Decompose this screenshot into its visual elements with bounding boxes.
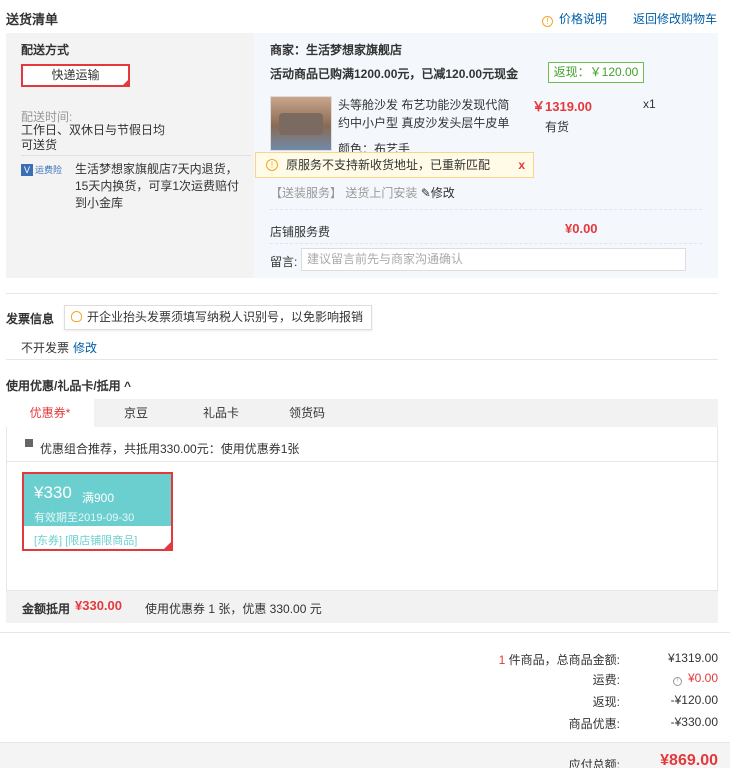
- service-tip: ! 原服务不支持新收货地址，已重新匹配 x: [255, 152, 534, 178]
- divider: [270, 209, 702, 210]
- invoice-tip-text: 开企业抬头发票须填写纳税人识别号，以免影响报销: [87, 310, 364, 324]
- info-icon[interactable]: !: [672, 677, 682, 686]
- divider: [21, 155, 251, 156]
- lightbulb-icon: [71, 311, 82, 322]
- divider: [6, 359, 718, 360]
- service-fee-value: ¥0.00: [565, 221, 598, 236]
- sofa-icon: [279, 113, 323, 135]
- install-service: 【送装服务】 送货上门安装 ✎修改: [270, 184, 455, 201]
- divider: [6, 293, 718, 294]
- rebate-value: -¥120.00: [670, 693, 718, 707]
- service-tip-text: 原服务不支持新收货地址，已重新匹配: [286, 158, 491, 172]
- shipping-fee-value: ¥0.00: [687, 671, 718, 685]
- divider: [0, 632, 730, 633]
- coupon-card[interactable]: ¥330 满900 有效期至2019-09-30 [东券] [限店铺限商品]: [22, 472, 173, 551]
- section-title: 送货清单: [6, 12, 59, 27]
- warning-icon: !: [266, 159, 278, 171]
- price-explain-label: 价格说明: [559, 12, 608, 26]
- shipping-time-line-2: 可送货: [21, 138, 58, 152]
- invoice-tip: 开企业抬头发票须填写纳税人识别号，以免影响报销: [64, 305, 373, 330]
- close-icon[interactable]: x: [518, 153, 525, 177]
- divider: [270, 243, 702, 244]
- shipping-note: 生活梦想家旗舰店7天内退货，15天内换货，可享1次运费赔付到小金库: [75, 162, 240, 210]
- shipping-time-line-1: 工作日、双休日与节假日均: [21, 123, 166, 137]
- back-to-cart-link[interactable]: 返回修改购物车: [633, 10, 717, 27]
- product-image[interactable]: [270, 96, 332, 151]
- coupon-condition: 满900: [82, 491, 115, 505]
- coupon-tags: [东券] [限店铺限商品]: [34, 535, 138, 547]
- selected-corner-icon: [162, 540, 173, 551]
- invoice-title: 发票信息: [6, 312, 55, 326]
- invoice-value: 不开发票: [21, 341, 70, 355]
- service-fee-label: 店铺服务费: [270, 225, 331, 239]
- tab-gift-card[interactable]: 礼品卡: [178, 399, 264, 427]
- coupon-card-header: ¥330 满900 有效期至2019-09-30: [24, 474, 171, 526]
- discount-value: -¥330.00: [670, 715, 718, 729]
- payable-total: ¥869.00: [660, 752, 718, 768]
- install-edit-link[interactable]: 修改: [431, 186, 455, 200]
- payable-label: 应付总额:: [568, 758, 620, 768]
- install-service-text: 【送装服务】 送货上门安装: [270, 186, 418, 200]
- insurance-badge-label: 运费险: [35, 165, 63, 175]
- promo-text: 活动商品已购满1200.00元，已减120.00元现金: [270, 67, 519, 81]
- merchant-name: 商家：生活梦想家旗舰店: [270, 43, 403, 57]
- shipping-label: 配送方式: [21, 43, 70, 57]
- shipping-method-label: 快递运输: [51, 68, 100, 82]
- invoice-edit-link[interactable]: 修改: [73, 339, 97, 356]
- payable-bar: [0, 742, 730, 768]
- product-price: ￥1319.00: [532, 99, 592, 114]
- product-name-link[interactable]: 头等舱沙发 布艺功能沙发现代简约中小户型 真皮沙发头层牛皮单: [338, 96, 516, 132]
- rebate-tag: 返现：￥120.00: [548, 62, 644, 83]
- total-goods-value: ¥1319.00: [667, 651, 718, 665]
- total-goods-label: 1 件商品，总商品金额:: [499, 651, 620, 668]
- product-quantity: x1: [643, 97, 656, 111]
- tab-redeem-code[interactable]: 领货码: [264, 399, 350, 427]
- tab-jingdou[interactable]: 京豆: [94, 399, 178, 427]
- shipping-fee-label: 运费:: [592, 673, 620, 687]
- price-explain-link[interactable]: ! 价格说明: [542, 10, 607, 27]
- coupon-sum-desc: 使用优惠券 1 张，优惠 330.00 元: [145, 602, 322, 616]
- coupon-sum-value: ¥330.00: [75, 598, 122, 613]
- shipping-fee: ! ¥0.00: [672, 671, 718, 686]
- recommend-text: 优惠组合推荐，共抵用330.00元：使用优惠券1张: [40, 442, 300, 456]
- message-input[interactable]: 建议留言前先与商家沟通确认: [301, 248, 686, 271]
- rebate-label: 返现:: [592, 695, 620, 709]
- recommend-checkbox[interactable]: [25, 439, 33, 447]
- product-stock: 有货: [545, 120, 570, 134]
- shipping-time-value: 工作日、双休日与节假日均 可送货: [21, 123, 165, 153]
- selected-corner-icon: [121, 78, 130, 87]
- discount-label: 商品优惠:: [568, 717, 620, 731]
- shipping-method-option[interactable]: 快递运输: [21, 64, 130, 87]
- coupon-amount: ¥330: [34, 483, 72, 502]
- coupon-section-toggle[interactable]: 使用优惠/礼品卡/抵用 ^: [6, 377, 131, 394]
- coupon-expiry: 有效期至2019-09-30: [34, 512, 135, 524]
- edit-icon: ✎: [420, 186, 431, 200]
- divider: [6, 461, 718, 462]
- insurance-icon: V: [21, 164, 33, 176]
- message-label: 留言:: [270, 255, 298, 269]
- tab-coupon[interactable]: 优惠券*: [6, 399, 94, 427]
- total-goods-text: 件商品，总商品金额:: [505, 653, 620, 667]
- coupon-sum-label: 金额抵用: [22, 602, 71, 616]
- shipping-insurance-badge: V 运费险: [21, 163, 62, 176]
- info-icon: !: [542, 16, 553, 27]
